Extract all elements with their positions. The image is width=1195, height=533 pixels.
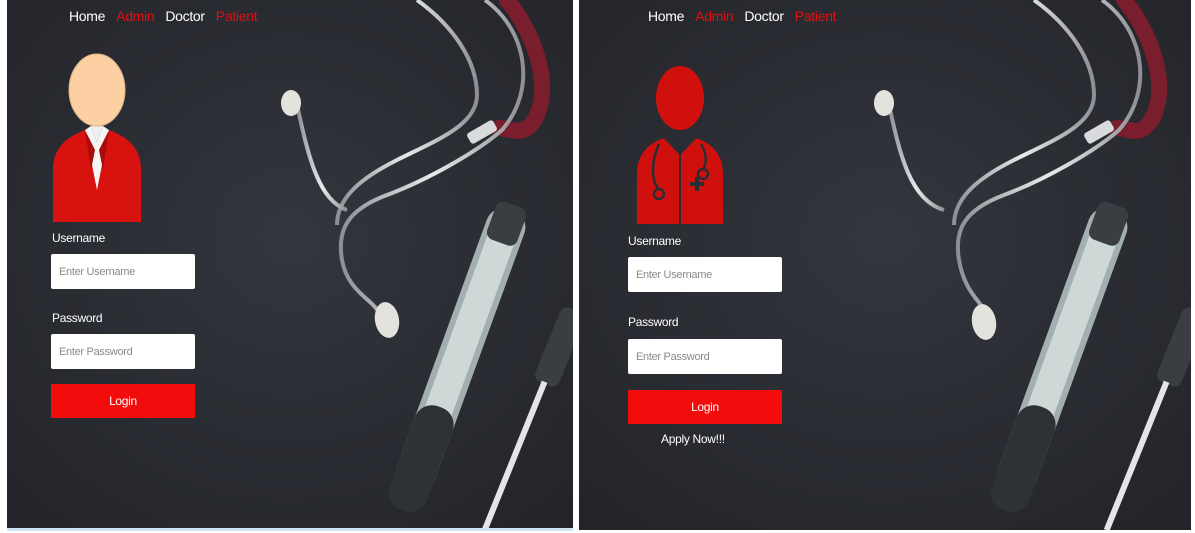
login-button[interactable]: Login bbox=[51, 384, 195, 418]
username-input[interactable] bbox=[628, 257, 782, 292]
password-label: Password bbox=[628, 315, 679, 329]
top-nav: Home Admin Doctor Patient bbox=[69, 8, 258, 24]
doctor-login-panel: Home Admin Doctor Patient Username Passw… bbox=[579, 0, 1191, 530]
username-label: Username bbox=[52, 231, 105, 245]
nav-admin-link[interactable]: Admin bbox=[116, 8, 154, 24]
nav-doctor-link[interactable]: Doctor bbox=[165, 8, 205, 24]
username-label: Username bbox=[628, 234, 681, 248]
admin-user-icon bbox=[53, 53, 141, 222]
login-button[interactable]: Login bbox=[628, 390, 782, 424]
admin-login-panel: Home Admin Doctor Patient Username Passw… bbox=[7, 0, 573, 530]
password-label: Password bbox=[52, 311, 103, 325]
nav-patient-link[interactable]: Patient bbox=[795, 8, 837, 24]
username-input[interactable] bbox=[51, 254, 195, 289]
nav-doctor-link[interactable]: Doctor bbox=[744, 8, 784, 24]
doctor-icon bbox=[637, 66, 723, 224]
password-input[interactable] bbox=[628, 339, 782, 374]
password-input[interactable] bbox=[51, 334, 195, 369]
apply-now-link[interactable]: Apply Now!!! bbox=[661, 432, 725, 446]
nav-admin-link[interactable]: Admin bbox=[695, 8, 733, 24]
bottom-divider bbox=[7, 528, 573, 531]
nav-home-link[interactable]: Home bbox=[69, 8, 105, 24]
nav-home-link[interactable]: Home bbox=[648, 8, 684, 24]
nav-patient-link[interactable]: Patient bbox=[216, 8, 258, 24]
top-nav: Home Admin Doctor Patient bbox=[648, 8, 837, 24]
